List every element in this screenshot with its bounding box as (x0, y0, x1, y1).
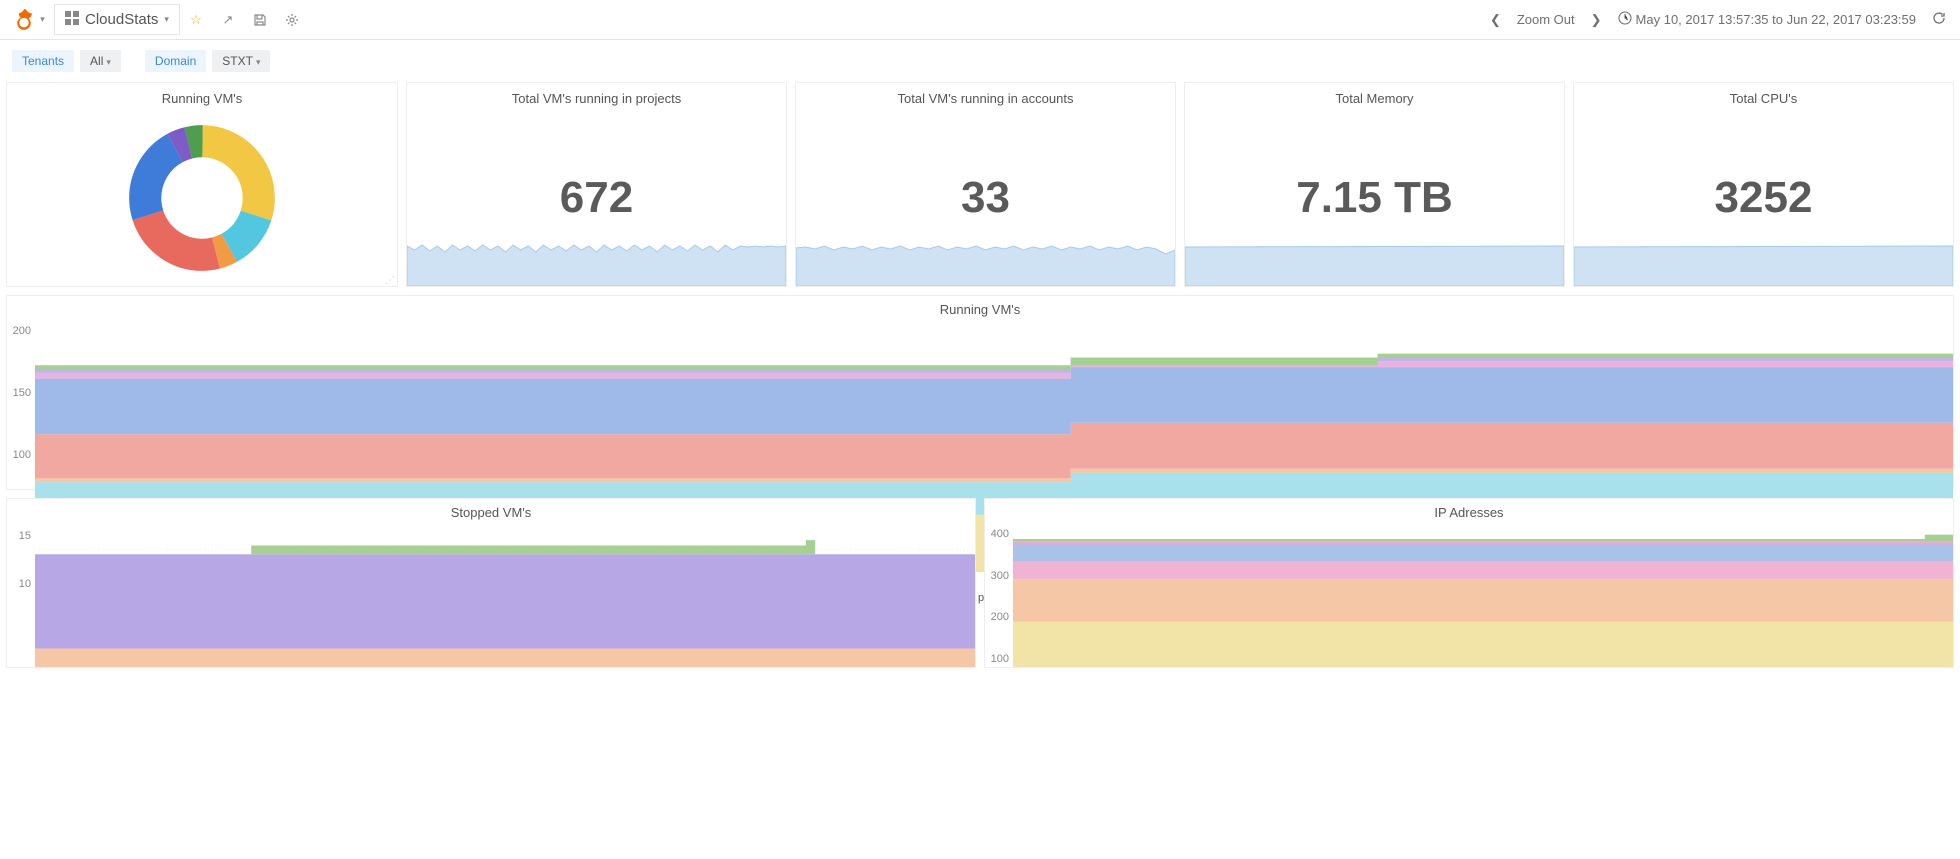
panel-title: Running VM's (7, 296, 1953, 323)
panel-title: Stopped VM's (7, 499, 975, 526)
panel-total-cpus[interactable]: Total CPU's 3252 (1573, 82, 1954, 287)
var-value-tenants[interactable]: All▾ (80, 50, 121, 72)
plot-area (1013, 526, 1953, 667)
zoom-out-button[interactable]: Zoom Out (1511, 8, 1581, 31)
grafana-logo-icon (11, 7, 37, 33)
settings-icon[interactable] (276, 4, 308, 36)
stat-value: 672 (560, 173, 633, 223)
top-nav: ▾ CloudStats ▾ ☆ ↗ ❮ Zoom Out ❯ May 10, … (0, 0, 1960, 40)
dashboard-selector[interactable]: CloudStats ▾ (54, 4, 180, 35)
dashboard-icon (65, 11, 79, 28)
sparkline (796, 236, 1175, 286)
time-range-text: May 10, 2017 13:57:35 to Jun 22, 2017 03… (1636, 12, 1916, 27)
chevron-down-icon: ▾ (40, 14, 45, 25)
panel-total-vms-accounts[interactable]: Total VM's running in accounts 33 (795, 82, 1176, 287)
chevron-down-icon: ▾ (164, 14, 169, 25)
star-icon[interactable]: ☆ (180, 4, 212, 36)
plot-area (35, 526, 975, 667)
panel-stopped-vms[interactable]: Stopped VM's 1510 (6, 498, 976, 668)
stat-value: 33 (961, 173, 1010, 223)
chart-surface: 400300200100 (985, 526, 1953, 667)
panel-total-vms-projects[interactable]: Total VM's running in projects 672 (406, 82, 787, 287)
sparkline (1185, 236, 1564, 286)
dashboard-title: CloudStats (85, 11, 158, 28)
time-next-button[interactable]: ❯ (1585, 8, 1608, 32)
chart-surface: 1510 (7, 526, 975, 667)
donut-svg (127, 123, 277, 273)
panel-title: Total VM's running in accounts (796, 83, 1175, 110)
save-icon[interactable] (244, 4, 276, 36)
panel-total-memory[interactable]: Total Memory 7.15 TB (1184, 82, 1565, 287)
dashboard-body: Running VM's ⋰ Total VM's running in pro… (0, 82, 1960, 668)
stat-value: 3252 (1715, 173, 1813, 223)
time-range-picker[interactable]: May 10, 2017 13:57:35 to Jun 22, 2017 03… (1612, 11, 1922, 28)
nav-icon-group: ☆ ↗ (180, 4, 308, 36)
share-icon[interactable]: ↗ (212, 4, 244, 36)
stat-value: 7.15 TB (1296, 173, 1453, 223)
sparkline (1574, 236, 1953, 286)
var-label-tenants[interactable]: Tenants (12, 50, 74, 72)
sparkline (407, 236, 786, 286)
y-axis: 400300200100 (985, 526, 1013, 667)
grafana-logo[interactable]: ▾ (8, 0, 48, 40)
var-value-domain[interactable]: STXT▾ (212, 50, 270, 72)
panel-title: IP Adresses (985, 499, 1953, 526)
time-prev-button[interactable]: ❮ (1484, 8, 1507, 32)
panel-running-vms-donut[interactable]: Running VM's ⋰ (6, 82, 398, 287)
panel-title: Total VM's running in projects (407, 83, 786, 110)
y-axis: 1510 (7, 526, 35, 667)
panel-title: Total CPU's (1574, 83, 1953, 110)
row-1: Running VM's ⋰ Total VM's running in pro… (6, 82, 1954, 287)
panel-title: Running VM's (7, 83, 397, 110)
template-variable-bar: Tenants All▾ Domain STXT▾ (0, 40, 1960, 82)
panel-ip-addresses[interactable]: IP Adresses 400300200100 (984, 498, 1954, 668)
var-label-domain[interactable]: Domain (145, 50, 206, 72)
time-controls: ❮ Zoom Out ❯ May 10, 2017 13:57:35 to Ju… (1484, 7, 1952, 32)
refresh-button[interactable] (1926, 7, 1952, 32)
donut-chart (7, 110, 397, 286)
row-2: Running VM's 200150100500 (6, 295, 1954, 490)
clock-icon (1618, 11, 1632, 28)
panel-title: Total Memory (1185, 83, 1564, 110)
panel-running-vms-timeseries[interactable]: Running VM's 200150100500 (6, 295, 1954, 490)
